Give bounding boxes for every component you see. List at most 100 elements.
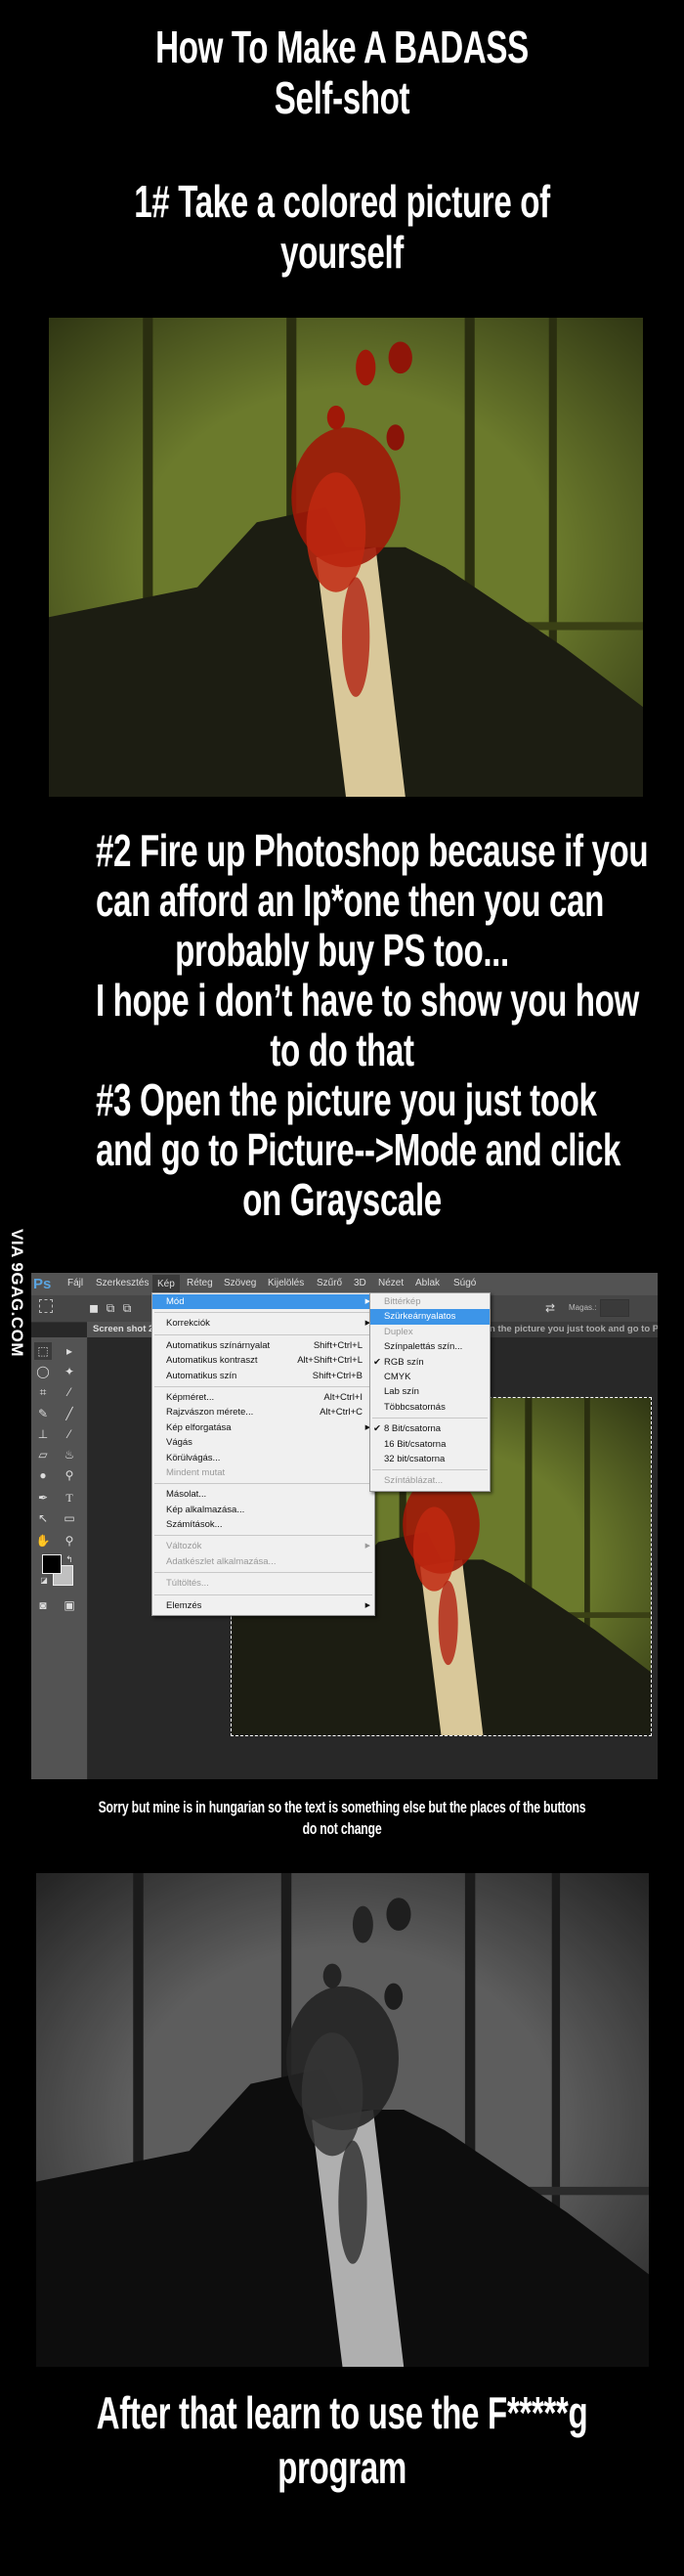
- menu-item[interactable]: Mód ▶: [152, 1294, 374, 1310]
- menu-item[interactable]: Többcsatornás: [370, 1400, 490, 1415]
- menu-item[interactable]: Adatkészlet alkalmazása...: [152, 1554, 374, 1569]
- menu-item-label: Kép alkalmazása...: [166, 1504, 245, 1515]
- menu-item[interactable]: Képméret... Alt+Ctrl+I: [152, 1390, 374, 1405]
- height-input[interactable]: [600, 1299, 629, 1317]
- clone-stamp-tool-icon[interactable]: ⊥: [34, 1425, 52, 1443]
- menu-item-label: Szürkeárnyalatos: [384, 1311, 456, 1323]
- brush-tool-icon[interactable]: ╱: [61, 1405, 78, 1422]
- menu-type[interactable]: Szöveg: [224, 1278, 256, 1288]
- menu-item[interactable]: Színpalettás szín...: [370, 1339, 490, 1354]
- menu-item[interactable]: 16 Bit/csatorna: [370, 1437, 490, 1452]
- menu-item[interactable]: Számítások...: [152, 1517, 374, 1532]
- menu-item[interactable]: Lab szín: [370, 1384, 490, 1399]
- step-2-3-text: #2 Fire up Photoshop because if you can …: [95, 825, 649, 1225]
- menu-item-label: 8 Bit/csatorna: [384, 1423, 442, 1435]
- menu-view[interactable]: Nézet: [378, 1278, 404, 1288]
- menu-help[interactable]: Súgó: [453, 1278, 476, 1288]
- screen-mode-icon[interactable]: ▣: [61, 1596, 78, 1614]
- selection-mode-subtract-icon[interactable]: ⧉: [118, 1299, 136, 1317]
- type-tool-icon[interactable]: T: [61, 1489, 78, 1506]
- menu-item[interactable]: Automatikus szín Shift+Ctrl+B: [152, 1369, 374, 1383]
- menu-item[interactable]: Kép alkalmazása...: [152, 1503, 374, 1517]
- menu-item-label: 32 bit/csatorna: [384, 1453, 446, 1464]
- menu-item[interactable]: Másolat...: [152, 1487, 374, 1502]
- selection-mode-add-icon[interactable]: ⧉: [102, 1299, 119, 1317]
- menu-item[interactable]: RGB szín ✔: [370, 1355, 490, 1370]
- menu-item[interactable]: Színtáblázat...: [370, 1473, 490, 1488]
- menu-item-label: Korrekciók: [166, 1318, 210, 1330]
- step-1-text: 1# Take a colored picture of yourself: [134, 176, 550, 278]
- menu-separator: [154, 1594, 372, 1595]
- menu-select[interactable]: Kijelölés: [268, 1278, 304, 1288]
- path-selection-tool-icon[interactable]: ↖: [34, 1509, 52, 1527]
- menu-item[interactable]: Kép elforgatása ▶: [152, 1420, 374, 1435]
- zoom-tool-icon[interactable]: ⚲: [61, 1532, 78, 1550]
- menu-separator: [154, 1333, 372, 1335]
- menu-item[interactable]: Duplex: [370, 1325, 490, 1339]
- default-colors-icon[interactable]: ◪: [35, 1572, 53, 1590]
- colored-selfshot-photo: [49, 318, 643, 797]
- document-tab[interactable]: Screen shot 2: [87, 1322, 160, 1337]
- rect-marquee-tool-icon[interactable]: ⬚: [34, 1342, 52, 1360]
- foreground-color-swatch[interactable]: [42, 1554, 62, 1574]
- menu-separator: [372, 1469, 488, 1471]
- menu-separator: [154, 1385, 372, 1387]
- document-tab-overflow[interactable]: n the picture you just took and go to Pi…: [490, 1322, 658, 1337]
- menu-item-label: Lab szín: [384, 1386, 419, 1398]
- menu-item[interactable]: CMYK: [370, 1370, 490, 1384]
- menu-item[interactable]: Körülvágás...: [152, 1451, 374, 1465]
- menu-edit[interactable]: Szerkesztés: [96, 1278, 149, 1288]
- shape-tool-icon[interactable]: ▭: [61, 1509, 78, 1527]
- magic-wand-tool-icon[interactable]: ✦: [61, 1363, 78, 1380]
- menu-item[interactable]: Vágás: [152, 1435, 374, 1450]
- swap-icon[interactable]: ⇄: [541, 1299, 559, 1317]
- menu-item-label: Automatikus színárnyalat: [166, 1339, 271, 1351]
- hand-tool-icon[interactable]: ✋: [34, 1532, 52, 1550]
- menu-item[interactable]: Túltöltés...: [152, 1576, 374, 1591]
- selection-mode-new-icon[interactable]: ◼: [85, 1299, 103, 1317]
- menu-item[interactable]: Korrekciók ▶: [152, 1316, 374, 1331]
- lasso-tool-icon[interactable]: ◯: [34, 1363, 52, 1380]
- menu-item[interactable]: Automatikus színárnyalat Shift+Ctrl+L: [152, 1338, 374, 1353]
- pen-tool-icon[interactable]: ✒: [34, 1489, 52, 1506]
- menu-item[interactable]: Változók ▶: [152, 1539, 374, 1553]
- quick-mask-icon[interactable]: ◙: [34, 1596, 52, 1614]
- checkmark-icon: ✔: [373, 1423, 381, 1435]
- marquee-icon[interactable]: [39, 1299, 53, 1313]
- menu-item[interactable]: Elemzés ▶: [152, 1598, 374, 1613]
- eraser-tool-icon[interactable]: ▱: [34, 1446, 52, 1463]
- menu-item[interactable]: 32 bit/csatorna: [370, 1452, 490, 1466]
- crop-tool-icon[interactable]: ⌗: [34, 1383, 52, 1401]
- menu-item-label: Képméret...: [166, 1391, 215, 1403]
- menu-3d[interactable]: 3D: [354, 1278, 366, 1288]
- menu-item-label: Rajzvászon mérete...: [166, 1407, 254, 1419]
- blur-tool-icon[interactable]: ●: [34, 1466, 52, 1484]
- menu-item-label: Színpalettás szín...: [384, 1341, 463, 1353]
- eyedropper-tool-icon[interactable]: ⁄: [61, 1383, 78, 1401]
- menu-file[interactable]: Fájl: [67, 1278, 83, 1288]
- healing-brush-tool-icon[interactable]: ✎: [34, 1405, 52, 1422]
- menu-item[interactable]: 8 Bit/csatorna ✔: [370, 1421, 490, 1436]
- menu-item-shortcut: Shift+Ctrl+L: [313, 1339, 363, 1351]
- menu-item[interactable]: Szürkeárnyalatos: [370, 1309, 490, 1325]
- menu-item[interactable]: Bittérkép: [370, 1294, 490, 1309]
- menu-item[interactable]: Mindent mutat: [152, 1465, 374, 1480]
- paint-bucket-tool-icon[interactable]: ♨: [61, 1446, 78, 1463]
- menu-item-label: Túltöltés...: [166, 1578, 209, 1590]
- menu-item-label: Változók: [166, 1541, 202, 1552]
- menu-separator: [154, 1572, 372, 1574]
- menu-layer[interactable]: Réteg: [187, 1278, 213, 1288]
- menu-window[interactable]: Ablak: [415, 1278, 440, 1288]
- swap-colors-icon[interactable]: ↰: [61, 1550, 78, 1568]
- menu-item-label: RGB szín: [384, 1356, 424, 1368]
- menu-item-label: Automatikus kontraszt: [166, 1355, 258, 1367]
- history-brush-tool-icon[interactable]: ⁄: [61, 1425, 78, 1443]
- move-tool-icon[interactable]: ▸: [61, 1342, 78, 1360]
- menu-filter[interactable]: Szűrő: [317, 1278, 342, 1288]
- menu-item-label: Duplex: [384, 1326, 413, 1337]
- menu-item[interactable]: Rajzvászon mérete... Alt+Ctrl+C: [152, 1405, 374, 1419]
- menu-item-label: Elemzés: [166, 1599, 202, 1611]
- menu-item[interactable]: Automatikus kontraszt Alt+Shift+Ctrl+L: [152, 1353, 374, 1368]
- menu-image[interactable]: Kép: [152, 1275, 180, 1293]
- dodge-tool-icon[interactable]: ⚲: [61, 1466, 78, 1484]
